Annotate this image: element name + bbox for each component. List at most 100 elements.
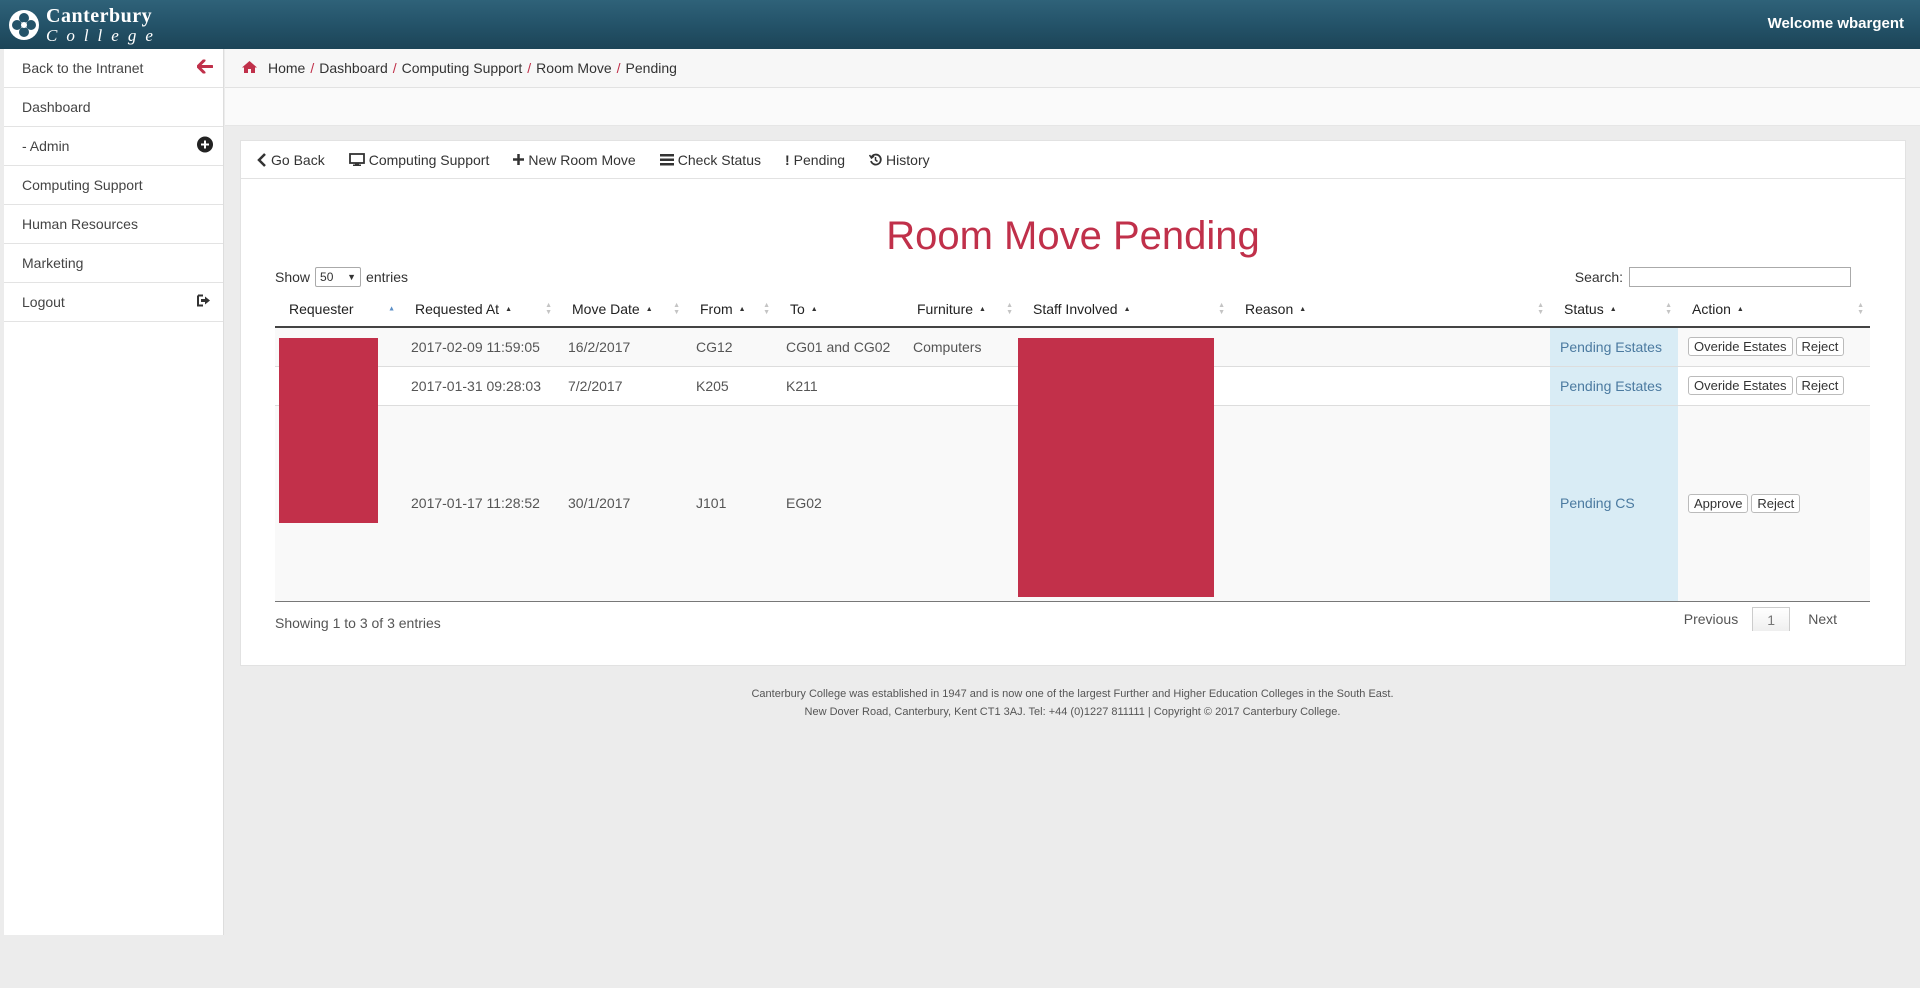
pending-link[interactable]: ! Pending [785, 152, 845, 168]
history-icon [869, 153, 882, 166]
logout-icon [197, 294, 213, 311]
sidebar-item-dashboard[interactable]: Dashboard [4, 88, 223, 127]
cell-requested-at: 2017-02-09 11:59:05 [401, 327, 558, 367]
sort-both-icon: ▲ ▼ [1857, 301, 1864, 316]
next-page-button[interactable]: Next [1808, 611, 1837, 627]
go-back-label: Go Back [271, 151, 325, 168]
cell-from: CG12 [686, 327, 776, 367]
plus-icon [513, 154, 525, 165]
sidebar-item-label: Back to the Intranet [22, 60, 144, 76]
sidebar-item-computing-support[interactable]: Computing Support [4, 166, 223, 205]
reject-button[interactable]: Reject [1795, 376, 1845, 395]
column-header-move-date[interactable]: Move Date ▲ ▲ ▼ [558, 291, 686, 328]
breadcrumb-dashboard[interactable]: Dashboard [319, 60, 388, 76]
column-header-status[interactable]: Status ▲ ▲ ▼ [1550, 291, 1678, 328]
entries-label: entries [366, 269, 409, 285]
reject-button[interactable]: Reject [1795, 337, 1845, 357]
logo-emblem-icon [8, 9, 40, 41]
override-estates-button[interactable]: Overide Estates [1688, 337, 1793, 357]
breadcrumb-computing-support[interactable]: Computing Support [402, 60, 523, 76]
welcome-user: Welcome wbargent [1767, 15, 1904, 32]
sort-both-icon: ▲ ▼ [1218, 301, 1225, 316]
column-header-furniture[interactable]: Furniture ▲ ▲ ▼ [903, 291, 1019, 328]
search-control: Search: [1575, 267, 1851, 287]
search-label: Search: [1574, 269, 1623, 285]
search-input[interactable] [1629, 267, 1851, 287]
cell-requested-at: 2017-01-17 11:28:52 [401, 405, 558, 601]
previous-page-button[interactable]: Previous [1684, 611, 1738, 627]
column-header-staff-involved[interactable]: Staff Involved ▲ ▲ ▼ [1019, 291, 1231, 328]
table-header-row: Requester ▲ Requested At ▲ ▲ ▼ Move Date ▲ ▲ ▼ … [275, 291, 1870, 328]
sidebar: Back to the Intranet Dashboard - Admin C… [4, 49, 224, 935]
sort-icon: ▲ [1123, 306, 1131, 314]
approve-button[interactable]: Approve [1688, 493, 1749, 513]
sub-header-bar [225, 88, 1920, 126]
new-room-move-link[interactable]: New Room Move [513, 152, 636, 168]
redacted-requester-block [279, 338, 378, 523]
page-title: Room Move Pending [886, 214, 1260, 258]
entries-select[interactable]: 50 ▼ [315, 267, 362, 287]
column-header-requested-at[interactable]: Requested At ▲ ▲ ▼ [401, 291, 558, 328]
go-back-link[interactable]: Go Back [257, 152, 325, 168]
history-link[interactable]: History [869, 152, 930, 168]
cell-furniture [903, 366, 1019, 406]
column-header-requester[interactable]: Requester ▲ [275, 291, 401, 328]
sort-icon: ▲ [1299, 306, 1307, 314]
exclamation-icon: ! [784, 151, 790, 168]
sidebar-item-label: Dashboard [22, 99, 91, 115]
college-logo[interactable]: Canterbury College [8, 5, 162, 45]
cell-reason [1231, 327, 1550, 367]
cell-to: EG02 [776, 405, 903, 601]
breadcrumb: Home / Dashboard / Computing Support / R… [225, 49, 1920, 88]
breadcrumb-room-move[interactable]: Room Move [536, 60, 611, 76]
computing-support-link[interactable]: Computing Support [348, 151, 490, 168]
cell-move-date: 7/2/2017 [558, 366, 686, 406]
cell-reason [1231, 366, 1550, 406]
desktop-icon [348, 153, 365, 166]
logo-text-line1: Canterbury [46, 5, 153, 27]
sidebar-item-marketing[interactable]: Marketing [4, 244, 223, 283]
dropdown-arrow-icon: ▼ [347, 272, 357, 282]
computing-support-label: Computing Support [368, 151, 490, 168]
sidebar-item-label: Computing Support [22, 177, 143, 193]
breadcrumb-home[interactable]: Home [268, 60, 305, 76]
top-bar: Canterbury College Welcome wbargent [0, 0, 1920, 49]
logo-text-line2: College [46, 26, 162, 45]
home-icon[interactable] [241, 60, 258, 77]
sort-icon: ▲ [979, 306, 986, 314]
sort-both-icon: ▲ ▼ [1006, 301, 1013, 316]
sort-both-icon: ▲ ▼ [545, 301, 552, 316]
sidebar-item-human-resources[interactable]: Human Resources [4, 205, 223, 244]
column-header-action[interactable]: Action ▲ ▲ ▼ [1678, 291, 1870, 328]
override-estates-button[interactable]: Overide Estates [1688, 376, 1793, 395]
check-status-link[interactable]: Check Status [659, 152, 761, 168]
cell-to: CG01 and CG02 [776, 327, 903, 367]
sidebar-item-back-to-intranet[interactable]: Back to the Intranet [4, 49, 223, 88]
cell-move-date: 30/1/2017 [558, 405, 686, 601]
sidebar-item-label: Marketing [22, 255, 84, 271]
sidebar-item-label: Logout [22, 294, 65, 310]
sidebar-item-logout[interactable]: Logout [4, 283, 223, 322]
sort-both-icon: ▲ ▼ [1537, 301, 1544, 316]
page-1-button[interactable]: 1 [1752, 607, 1791, 631]
list-icon [659, 153, 674, 165]
cell-status: Pending Estates [1550, 327, 1678, 367]
cell-reason [1231, 405, 1550, 601]
sort-asc-icon: ▲ [388, 305, 395, 312]
column-header-reason[interactable]: Reason ▲ ▲ ▼ [1231, 291, 1550, 328]
arrow-left-icon [196, 59, 214, 77]
history-label: History [886, 151, 930, 168]
sidebar-item-admin[interactable]: - Admin [4, 127, 223, 166]
footer: Canterbury College was established in 19… [225, 685, 1920, 721]
sort-icon: ▲ [505, 306, 512, 314]
room-move-nav: Go Back Computing Support New Room Move … [241, 141, 1905, 179]
breadcrumb-separator: / [527, 60, 532, 76]
cell-from: J101 [686, 405, 776, 601]
reject-button[interactable]: Reject [1751, 493, 1801, 513]
column-header-from[interactable]: From ▲ ▲ ▼ [686, 291, 776, 328]
column-header-to[interactable]: To ▲ [776, 291, 903, 328]
pending-label: Pending [793, 151, 846, 168]
plus-circle-icon[interactable] [197, 136, 213, 156]
sort-icon: ▲ [1609, 306, 1617, 314]
cell-status: Pending Estates [1550, 366, 1678, 406]
